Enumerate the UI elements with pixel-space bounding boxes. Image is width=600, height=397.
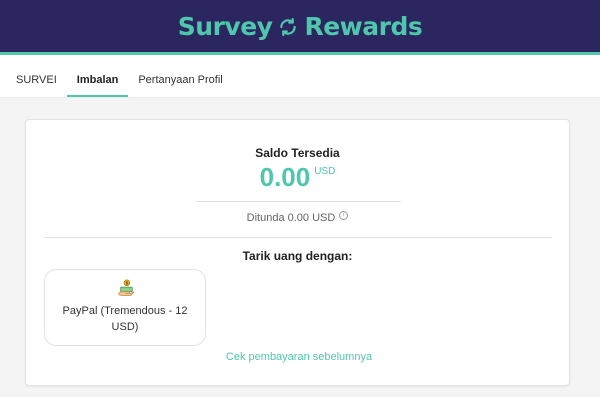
pending-text: Ditunda 0.00 USD [246,212,336,224]
refresh-cycle-icon [280,18,297,37]
brand-name-right: Rewards [304,11,423,41]
rewards-card: Saldo Tersedia 0.00 USD Ditunda 0.00 USD… [25,119,570,386]
divider [196,201,401,202]
svg-text:$: $ [125,280,128,286]
tab-survei[interactable]: SURVEI [6,56,67,97]
tab-imbalan[interactable]: Imbalan [66,56,129,97]
tab-pertanyaan-profil[interactable]: Pertanyaan Profil [128,56,232,97]
balance-display: 0.00 USD [26,162,569,193]
info-icon[interactable]: i [339,210,349,220]
withdraw-method-label: PayPal (Tremendous - 12 USD) [62,305,188,333]
divider [44,237,552,238]
withdraw-title: Tarik uang dengan: [242,249,353,263]
app-header: Survey Rewards [0,0,600,52]
brand-logo[interactable]: Survey Rewards [177,11,423,41]
previous-payments-link-label: Cek pembayaran sebelumnya [225,351,373,363]
balance-currency: USD [314,166,336,177]
previous-payments-link[interactable]: Cek pembayaran sebelumnya [26,351,571,363]
balance-title: Saldo Tersedia [255,146,340,160]
brand-name-left: Survey [177,11,273,41]
pending-balance: Ditunda 0.00 USD i [26,210,569,224]
balance-amount: 0.00 [259,162,311,192]
money-hand-icon: $ [118,279,135,296]
withdraw-method-paypal[interactable]: $ PayPal (Tremendous - 12 USD) [44,269,206,346]
tab-bar: SURVEI Imbalan Pertanyaan Profil [0,55,600,98]
